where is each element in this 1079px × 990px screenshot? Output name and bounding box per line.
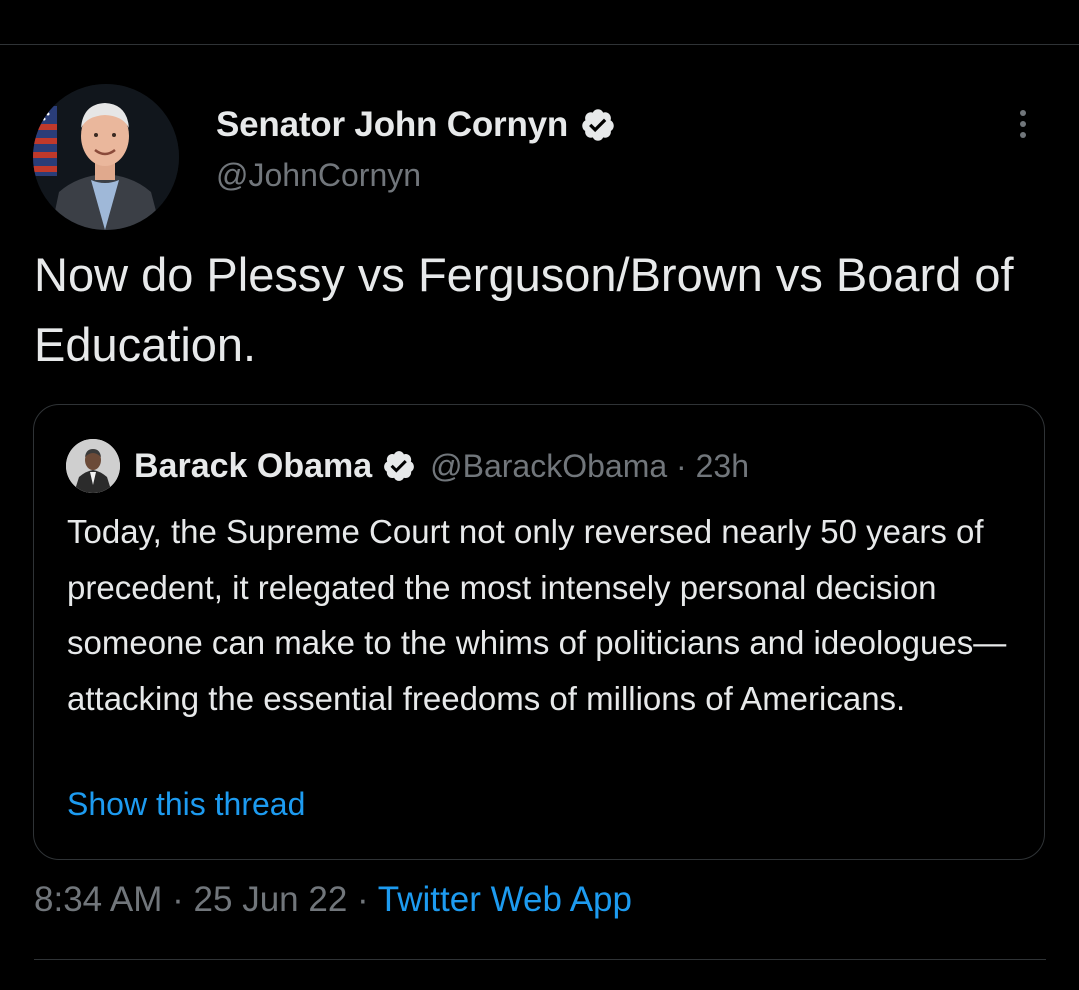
author-block: Senator John Cornyn @JohnCornyn — [216, 103, 616, 194]
author-display-name[interactable]: Senator John Cornyn — [216, 105, 568, 145]
author-avatar[interactable] — [33, 84, 179, 230]
quoted-tweet-card[interactable]: Barack Obama @BarackObama · 23h Today, t… — [33, 404, 1045, 860]
quoted-author-avatar-image — [66, 439, 120, 493]
bottom-divider — [34, 959, 1046, 960]
quoted-tweet-text: Today, the Supreme Court not only revers… — [67, 513, 1007, 717]
top-divider — [0, 44, 1079, 45]
meta-separator: · — [676, 447, 687, 484]
more-dot — [1020, 110, 1026, 116]
author-handle[interactable]: @JohnCornyn — [216, 157, 616, 194]
tweet-time[interactable]: 8:34 AM — [34, 880, 162, 919]
verified-badge-icon — [580, 107, 616, 143]
author-avatar-image — [33, 84, 179, 230]
show-thread-link[interactable]: Show this thread — [67, 786, 305, 823]
author-name-row: Senator John Cornyn — [216, 103, 616, 147]
quoted-tweet-header: Barack Obama @BarackObama · 23h — [66, 439, 749, 493]
tweet-text: Now do Plessy vs Ferguson/Brown vs Board… — [34, 248, 1014, 371]
quoted-tweet-meta: @BarackObama · 23h — [430, 448, 749, 485]
meta-separator: · — [357, 880, 369, 919]
quoted-author-display-name[interactable]: Barack Obama — [134, 447, 372, 486]
more-dot — [1020, 121, 1026, 127]
verified-badge-icon — [382, 449, 416, 483]
tweet-date[interactable]: 25 Jun 22 — [194, 880, 348, 919]
more-options-icon[interactable] — [1005, 102, 1041, 146]
tweet-source-link[interactable]: Twitter Web App — [378, 880, 632, 919]
meta-separator: · — [172, 880, 184, 919]
quoted-author-avatar[interactable] — [66, 439, 120, 493]
quoted-tweet-age[interactable]: 23h — [696, 448, 749, 484]
tweet-timestamp-row: 8:34 AM · 25 Jun 22 · Twitter Web App — [34, 880, 632, 920]
more-dot — [1020, 132, 1026, 138]
quoted-author-handle[interactable]: @BarackObama — [430, 448, 667, 484]
